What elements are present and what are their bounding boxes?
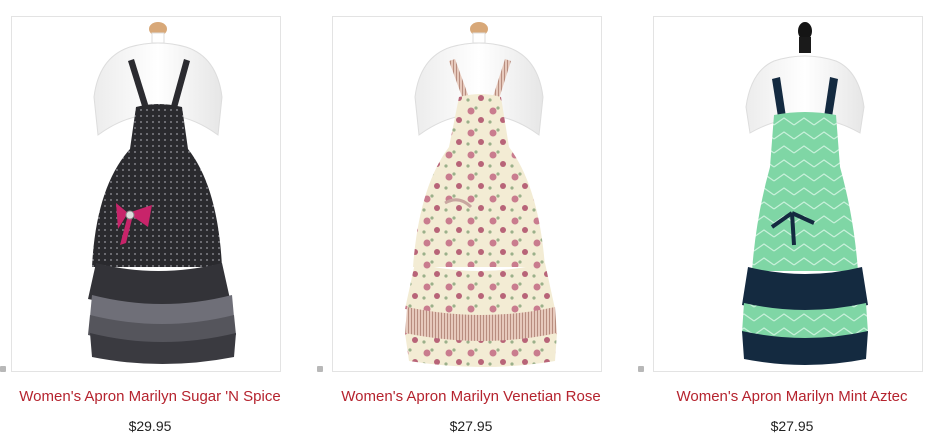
- product-name-link[interactable]: Women's Apron Marilyn Sugar 'N Spice: [0, 388, 300, 405]
- product-price: $29.95: [128, 418, 172, 434]
- product-image-link[interactable]: [332, 16, 602, 372]
- product-grid: Women's Apron Marilyn Sugar 'N Spice $29…: [0, 0, 933, 445]
- compare-toggle[interactable]: [638, 366, 644, 372]
- product-card: Women's Apron Marilyn Venetian Rose $27.…: [317, 0, 621, 445]
- product-price: $27.95: [449, 418, 493, 434]
- product-name-link[interactable]: Women's Apron Marilyn Venetian Rose: [321, 388, 621, 405]
- product-image-link[interactable]: [11, 16, 281, 372]
- product-price: $27.95: [770, 418, 814, 434]
- product-image-black-polka-dot-apron: [88, 22, 236, 364]
- product-card: Women's Apron Marilyn Mint Aztec $27.95: [638, 0, 933, 445]
- product-name-link[interactable]: Women's Apron Marilyn Mint Aztec: [642, 388, 933, 405]
- product-image-link[interactable]: [653, 16, 923, 372]
- product-card: Women's Apron Marilyn Sugar 'N Spice $29…: [0, 0, 300, 445]
- product-image-mint-chevron-apron: [742, 22, 868, 365]
- compare-toggle[interactable]: [317, 366, 323, 372]
- compare-toggle[interactable]: [0, 366, 6, 372]
- product-image-floral-rose-apron: [405, 22, 557, 367]
